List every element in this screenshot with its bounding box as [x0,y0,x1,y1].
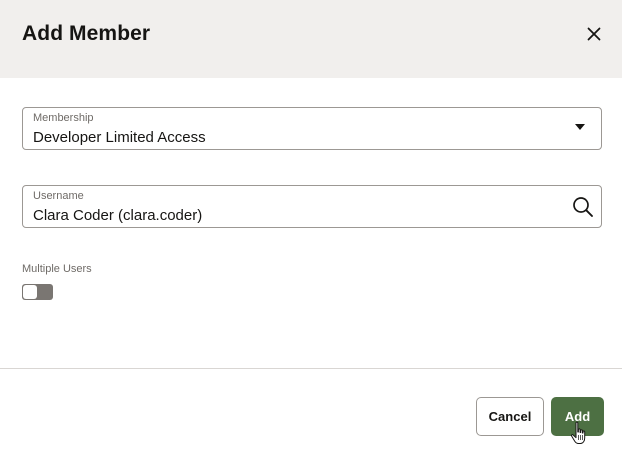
search-icon[interactable] [571,195,595,219]
footer-divider [0,368,622,369]
membership-label: Membership [33,112,94,124]
add-member-dialog: Add Member Membership Developer Limited … [0,0,622,456]
cancel-button[interactable]: Cancel [476,397,544,436]
close-icon [587,27,601,41]
chevron-down-icon[interactable] [575,124,585,130]
username-label: Username [33,190,84,202]
membership-select[interactable]: Membership Developer Limited Access [22,107,602,150]
close-button[interactable] [580,20,608,48]
dialog-header: Add Member [0,0,622,78]
dialog-title: Add Member [22,22,151,45]
multiple-users-label: Multiple Users [22,263,92,275]
toggle-knob [23,285,37,299]
username-value[interactable]: Clara Coder (clara.coder) [33,207,202,224]
add-button[interactable]: Add [551,397,604,436]
membership-value: Developer Limited Access [33,129,206,146]
username-field[interactable]: Username Clara Coder (clara.coder) [22,185,602,228]
multiple-users-toggle[interactable] [22,284,53,300]
